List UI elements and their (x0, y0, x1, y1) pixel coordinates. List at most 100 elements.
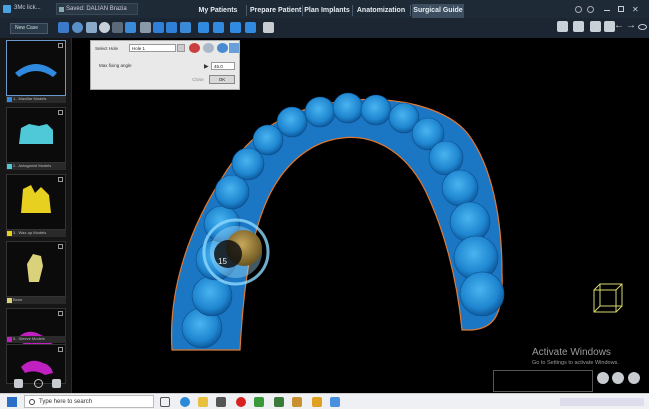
measure-icon[interactable] (198, 22, 209, 33)
drill-icon[interactable] (263, 22, 274, 33)
tab-divider (302, 5, 303, 16)
add-model-icon[interactable] (14, 379, 23, 388)
view-presets-panel (493, 370, 593, 392)
preset-3-icon[interactable] (628, 372, 640, 384)
transparency-icon[interactable] (230, 22, 241, 33)
store-icon[interactable] (216, 397, 226, 407)
document-tab[interactable]: Saved: DALIAN Brazia (56, 3, 138, 15)
redo-icon[interactable]: → (626, 20, 636, 31)
tooth-icon[interactable] (58, 22, 69, 33)
close-icon[interactable]: ✕ (632, 5, 639, 14)
print-icon[interactable] (590, 21, 601, 32)
tab-plan-implants[interactable]: Plan Implants (304, 4, 350, 18)
visibility-checkbox[interactable] (58, 311, 63, 316)
preset-1-icon[interactable] (597, 372, 609, 384)
edge-icon[interactable] (180, 397, 190, 407)
visibility-checkbox[interactable] (58, 177, 63, 182)
undo-icon[interactable]: ← (614, 20, 624, 31)
section-icon[interactable] (213, 22, 224, 33)
preset-2-icon[interactable] (612, 372, 624, 384)
sleeve-icon[interactable] (245, 22, 256, 33)
windows-taskbar: Type here to search (0, 393, 649, 409)
minimize-icon[interactable] (604, 10, 610, 11)
model-icon[interactable] (180, 22, 191, 33)
visibility-checkbox[interactable] (58, 244, 63, 249)
model-label: 2.. Antagonist Models (6, 163, 66, 170)
visibility-checkbox[interactable] (58, 347, 63, 352)
gear-icon[interactable] (587, 6, 594, 13)
maximize-icon[interactable] (618, 6, 624, 12)
app-logo-icon (3, 5, 11, 13)
app-1-icon[interactable] (254, 397, 264, 407)
fit-icon[interactable] (125, 22, 136, 33)
angle-pointer-icon: ▶ (204, 64, 209, 70)
max-angle-label: Max fixing angle (99, 63, 132, 68)
tab-divider (352, 5, 353, 16)
color-swatch (7, 298, 12, 303)
visibility-checkbox[interactable] (58, 43, 63, 48)
ok-button[interactable]: OK (209, 75, 235, 84)
model-thumbnail[interactable] (6, 107, 66, 163)
tab-divider (246, 5, 247, 16)
hole-fixing-dialog: Select Hole Hole 1 Max fixing angle ▶ 45… (90, 40, 240, 90)
tab-prepare-patient[interactable]: Prepare Patient (250, 4, 301, 18)
drill-view-icon[interactable] (217, 43, 228, 53)
color-swatch (7, 337, 12, 342)
file-explorer-icon[interactable] (198, 397, 208, 407)
new-case-button[interactable]: New Case (10, 23, 48, 34)
eye-icon[interactable] (638, 24, 647, 30)
implant-view-icon[interactable] (189, 43, 200, 53)
tab-anatomization[interactable]: Anatomization (354, 4, 408, 18)
remove-model-icon[interactable] (34, 379, 43, 388)
zoom-icon[interactable] (72, 22, 83, 33)
taskbar-search[interactable]: Type here to search (24, 395, 154, 408)
visibility-checkbox[interactable] (58, 110, 63, 115)
opera-icon[interactable] (236, 397, 246, 407)
dropdown-arrow-icon[interactable] (177, 44, 185, 52)
bone-model-icon (27, 254, 43, 282)
view-front-icon[interactable] (140, 22, 151, 33)
help-icon[interactable] (575, 6, 582, 13)
model-thumbnail[interactable] (6, 40, 66, 96)
activate-windows-title: Activate Windows (532, 347, 611, 358)
model-settings-icon[interactable] (52, 379, 61, 388)
export-icon[interactable] (573, 21, 584, 32)
view-top-icon[interactable] (166, 22, 177, 33)
app-4-icon[interactable] (312, 397, 322, 407)
color-swatch (7, 97, 12, 102)
antagonist-model-icon (19, 124, 53, 144)
orientation-cube-icon[interactable] (593, 283, 623, 313)
sleeve-view-icon[interactable] (203, 43, 214, 53)
view-side-icon[interactable] (153, 22, 164, 33)
pan-icon[interactable] (112, 22, 123, 33)
title-bar: 3Mc lick... Saved: DALIAN Brazia My Pati… (0, 0, 649, 18)
app-5-icon[interactable] (330, 397, 340, 407)
sleeve-model-icon (21, 360, 53, 375)
guide-view-icon[interactable] (229, 43, 239, 53)
save-icon[interactable] (557, 21, 568, 32)
tab-surgical-guide[interactable]: Surgical Guide (412, 4, 464, 18)
angle-input[interactable]: 45.0 (211, 62, 235, 70)
main-toolbar: New Case (0, 18, 649, 38)
windows-start-icon[interactable] (7, 397, 17, 407)
maxillar-model-icon (15, 64, 57, 77)
tab-my-patients[interactable]: My Patients (193, 4, 243, 18)
hole-select[interactable]: Hole 1 (129, 44, 176, 52)
model-thumbnail[interactable] (6, 174, 66, 230)
tab-divider (410, 5, 411, 16)
model-label: 5.. Sleeve Models (6, 336, 66, 343)
app-title: 3Mc lick... (14, 5, 41, 11)
model-thumbnail[interactable] (6, 241, 66, 297)
rotate-icon[interactable] (99, 22, 110, 33)
close-button[interactable]: Close (191, 76, 205, 84)
app-3-icon[interactable] (292, 397, 302, 407)
move-icon[interactable] (86, 22, 97, 33)
3d-viewport[interactable]: 15 (72, 38, 649, 395)
model-thumbnail[interactable] (6, 344, 66, 384)
task-view-icon[interactable] (160, 397, 170, 407)
model-label: Bone (6, 297, 66, 304)
app-2-icon[interactable] (274, 397, 284, 407)
implant-number: 15 (218, 257, 227, 266)
model-label: 3.. Wax-up Models (6, 230, 66, 237)
waxup-model-icon (21, 185, 51, 213)
